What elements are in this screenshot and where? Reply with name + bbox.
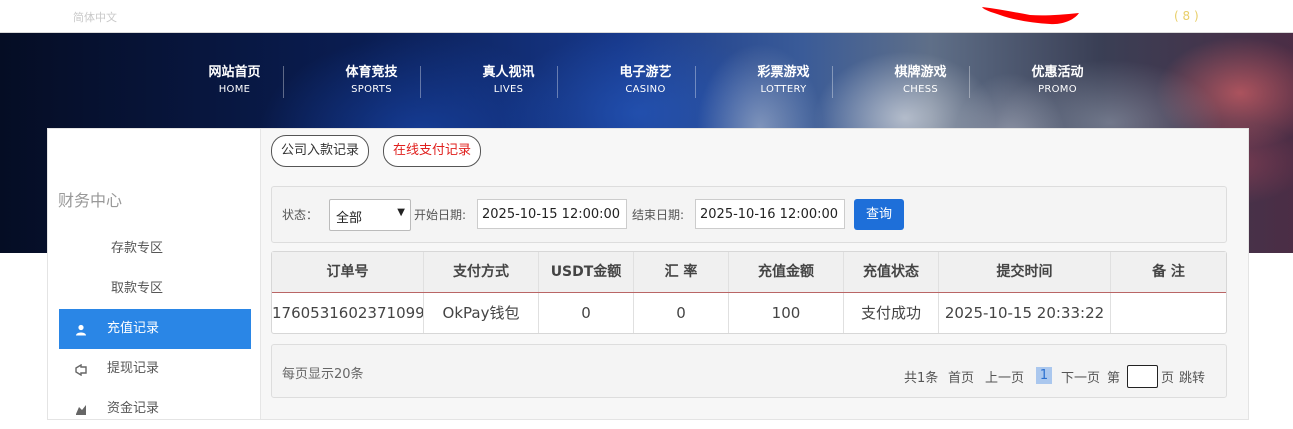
nav-divider	[557, 66, 558, 98]
sidebar-item-withdraw[interactable]: 取款专区	[59, 269, 251, 309]
current-page[interactable]: 1	[1036, 367, 1052, 384]
start-date-input[interactable]: 2025-10-15 12:00:00	[477, 199, 627, 229]
nav-divider	[969, 66, 970, 98]
page-jump-input[interactable]	[1127, 365, 1158, 388]
sidebar-item-funds-records[interactable]: 资金记录	[59, 389, 251, 429]
column-header: 支付方式	[424, 252, 539, 292]
user-icon	[75, 309, 89, 349]
order-id-cell: 1760531602371099	[272, 293, 424, 333]
sidebar-item-deposit[interactable]: 存款专区	[59, 229, 251, 269]
first-page-link[interactable]: 首页	[948, 367, 974, 386]
column-header: 提交时间	[939, 252, 1111, 292]
nav-divider	[832, 66, 833, 98]
tab-online-payment[interactable]: 在线支付记录	[383, 135, 482, 167]
nav-divider	[283, 66, 284, 98]
usdt-amount-cell: 0	[539, 293, 634, 333]
prev-page-link[interactable]: 上一页	[985, 367, 1024, 386]
status-select[interactable]: 全部 ▼	[329, 199, 411, 231]
column-header: 充值状态	[844, 252, 939, 292]
redaction-mark	[982, 7, 1079, 25]
column-header: 充值金额	[729, 252, 844, 292]
withdraw-icon	[75, 349, 89, 389]
nav-casino[interactable]: 电子游艺 CASINO	[577, 62, 714, 102]
nav-sublabel: PROMO	[1038, 84, 1077, 95]
tab-company-deposit[interactable]: 公司入款记录	[271, 135, 370, 167]
query-button[interactable]: 查询	[854, 199, 904, 230]
sidebar-item-label: 充值记录	[107, 321, 160, 336]
sidebar: 财务中心 存款专区 取款专区 充值记录 提现记录 资金记录	[48, 129, 261, 419]
message-count-badge[interactable]: ( 8 )	[1174, 9, 1199, 23]
end-date-label: 结束日期:	[632, 208, 685, 222]
page-prefix: 第	[1107, 371, 1121, 386]
jump-link[interactable]: 跳转	[1179, 367, 1205, 386]
nav-sublabel: CASINO	[625, 84, 666, 95]
payment-method-cell: OkPay钱包	[424, 293, 539, 333]
recharge-amount-cell: 100	[729, 293, 844, 333]
per-page-text: 每页显示20条	[282, 367, 364, 382]
finance-panel: 财务中心 存款专区 取款专区 充值记录 提现记录 资金记录 公司入款记录 在线支…	[47, 128, 1249, 420]
remarks-cell	[1111, 293, 1226, 333]
chevron-down-icon: ▼	[397, 207, 405, 218]
records-table: 订单号 支付方式 USDT金额 汇 率 充值金额 充值状态 提交时间 备 注 1…	[271, 251, 1227, 334]
total-count: 共1条	[904, 371, 939, 386]
pagination-bar: 每页显示20条 共1条 首页 上一页 1 下一页 第 页 跳转	[271, 344, 1227, 398]
recharge-status-cell: 支付成功	[844, 293, 939, 333]
nav-label: 电子游艺	[619, 65, 672, 80]
end-date-input[interactable]: 2025-10-16 12:00:00	[695, 199, 845, 229]
filter-bar: 状态： 全部 ▼ 开始日期: 2025-10-15 12:00:00 结束日期:…	[271, 186, 1227, 243]
table-header-row: 订单号 支付方式 USDT金额 汇 率 充值金额 充值状态 提交时间 备 注	[272, 252, 1226, 293]
start-date-label: 开始日期:	[414, 208, 467, 222]
status-label: 状态：	[282, 208, 319, 222]
top-bar: 简体中文 ( 8 )	[0, 0, 1293, 33]
submit-time-cell: 2025-10-15 20:33:22	[939, 293, 1111, 333]
nav-divider	[420, 66, 421, 98]
table-row: 1760531602371099 OkPay钱包 0 0 100 支付成功 20…	[272, 293, 1226, 333]
column-header: 订单号	[272, 252, 424, 292]
next-page-link[interactable]: 下一页	[1061, 367, 1100, 386]
funds-icon	[75, 389, 89, 429]
status-select-value: 全部	[336, 211, 363, 226]
sidebar-item-label: 资金记录	[107, 401, 160, 416]
nav-divider	[695, 66, 696, 98]
column-header: USDT金额	[539, 252, 634, 292]
nav-label: 优惠活动	[1031, 65, 1084, 80]
column-header: 汇 率	[634, 252, 729, 292]
language-selector[interactable]: 简体中文	[73, 9, 117, 25]
main-nav: 网站首页 HOME 体育竞技 SPORTS 真人视讯 LIVES 电子游艺 CA…	[166, 62, 1166, 102]
sidebar-item-label: 提现记录	[107, 361, 160, 376]
column-header: 备 注	[1152, 264, 1185, 280]
sidebar-item-recharge-records[interactable]: 充值记录	[59, 309, 251, 349]
nav-promo[interactable]: 优惠活动 PROMO	[989, 62, 1126, 102]
page-suffix: 页	[1161, 371, 1175, 386]
sidebar-title: 财务中心	[58, 191, 123, 210]
main-content: 公司入款记录 在线支付记录 状态： 全部 ▼ 开始日期: 2025-10-15 …	[261, 129, 1248, 419]
exchange-rate-cell: 0	[634, 293, 729, 333]
sidebar-item-withdraw-records[interactable]: 提现记录	[59, 349, 251, 389]
